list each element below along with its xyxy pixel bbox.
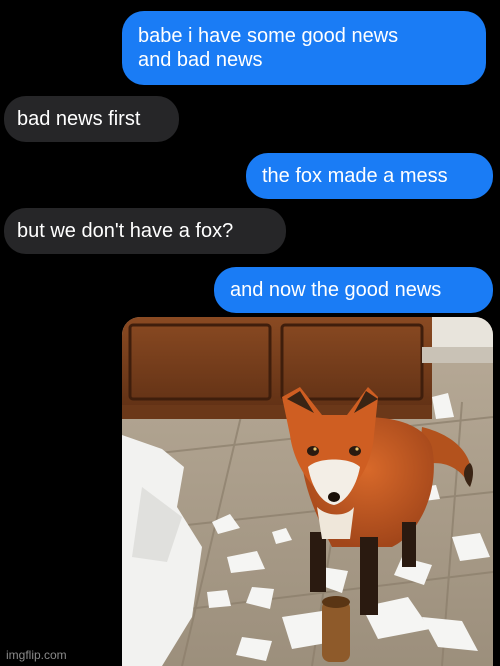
watermark: imgflip.com xyxy=(6,648,67,662)
message-text: but we don't have a fox? xyxy=(17,220,234,242)
message-bubble-received[interactable]: but we don't have a fox? xyxy=(4,208,286,254)
photo-attachment[interactable] xyxy=(122,317,493,666)
message-text-line: and bad news xyxy=(138,49,263,71)
message-text-line: babe i have some good news xyxy=(138,25,399,47)
message-bubble-sent[interactable]: the fox made a mess xyxy=(246,153,493,199)
message-text: bad news first xyxy=(17,108,141,130)
message-bubble-sent[interactable]: babe i have some good news and bad news xyxy=(122,11,486,85)
message-text: and now the good news xyxy=(230,279,442,301)
message-bubble-sent[interactable]: and now the good news xyxy=(214,267,493,313)
message-bubble-received[interactable]: bad news first xyxy=(4,96,179,142)
fox-photo-image xyxy=(122,317,493,666)
message-text: the fox made a mess xyxy=(262,165,448,187)
